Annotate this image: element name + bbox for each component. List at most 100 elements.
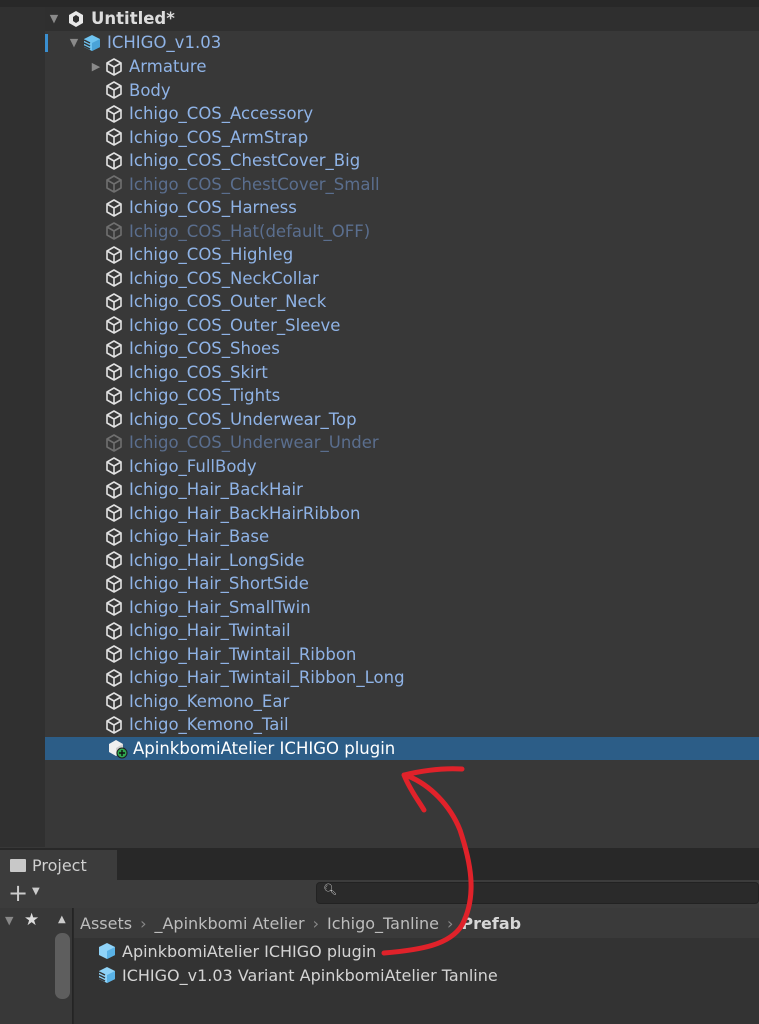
item-label: Ichigo_Hair_SmallTwin	[129, 597, 311, 617]
hierarchy-item[interactable]: Ichigo_Hair_Twintail	[45, 619, 759, 642]
hierarchy-item[interactable]: Ichigo_Hair_BackHairRibbon	[45, 502, 759, 525]
expand-down-icon[interactable]: ▼	[5, 914, 13, 927]
breadcrumb-current[interactable]: Prefab	[461, 914, 521, 933]
prefab-added-icon	[107, 739, 129, 759]
hierarchy-item[interactable]: Ichigo_COS_Outer_Sleeve	[45, 314, 759, 337]
gameobject-cube-icon	[103, 221, 125, 241]
item-label: Ichigo_Hair_BackHair	[129, 480, 303, 499]
hierarchy-item[interactable]: Ichigo_Hair_LongSide	[45, 549, 759, 572]
gameobject-cube-icon	[103, 174, 125, 194]
prefab-variant-icon	[96, 965, 118, 985]
scrollbar-thumb[interactable]	[55, 933, 70, 999]
item-label: Ichigo_Hair_Base	[129, 527, 270, 546]
file-name: ApinkbomiAtelier ICHIGO plugin	[122, 941, 377, 961]
hierarchy-item[interactable]: Ichigo_Hair_BackHair	[45, 478, 759, 501]
gameobject-cube-icon	[103, 715, 125, 735]
expand-right-icon[interactable]: ▶	[89, 60, 103, 73]
gameobject-cube-icon	[103, 550, 125, 570]
gameobject-cube-icon	[103, 151, 125, 171]
item-label: Body	[129, 80, 171, 100]
gameobject-cube-icon	[103, 104, 125, 124]
hierarchy-item[interactable]: Ichigo_COS_Underwear_Under	[45, 431, 759, 454]
add-icon[interactable]: +	[8, 880, 28, 906]
scroll-up-icon[interactable]: ▲	[58, 914, 66, 925]
hierarchy-item[interactable]: Ichigo_COS_Skirt	[45, 361, 759, 384]
gameobject-cube-icon	[103, 80, 125, 100]
breadcrumb: Assets › _Apinkbomi Atelier › Ichigo_Tanli…	[74, 908, 759, 938]
item-label: Ichigo_Hair_Twintail_Ribbon	[129, 644, 357, 664]
chevron-right-icon: ›	[312, 913, 319, 933]
item-label: Ichigo_COS_ArmStrap	[129, 127, 309, 147]
breadcrumb-item[interactable]: Ichigo_Tanline	[327, 914, 439, 933]
item-label: Ichigo_Kemono_Tail	[129, 715, 289, 734]
expand-down-icon[interactable]: ▼	[67, 36, 81, 49]
hierarchy-item[interactable]: Ichigo_Hair_SmallTwin	[45, 596, 759, 619]
hierarchy-item[interactable]: Ichigo_FullBody	[45, 455, 759, 478]
gameobject-cube-icon	[103, 339, 125, 359]
gameobject-cube-icon	[103, 527, 125, 547]
hierarchy-item[interactable]: Ichigo_Hair_Base	[45, 525, 759, 548]
search-input[interactable]: 🔍︎	[316, 882, 759, 904]
item-label: Ichigo_COS_ChestCover_Big	[129, 151, 361, 170]
item-label: Ichigo_COS_Tights	[129, 386, 281, 405]
item-label: Armature	[129, 57, 207, 76]
item-label: Ichigo_COS_Underwear_Under	[129, 433, 379, 452]
gameobject-cube-icon	[103, 456, 125, 476]
hierarchy-item[interactable]: Ichigo_COS_Harness	[45, 196, 759, 219]
hierarchy-item[interactable]: Ichigo_COS_NeckCollar	[45, 267, 759, 290]
hierarchy-item[interactable]: Ichigo_COS_ChestCover_Big	[45, 149, 759, 172]
chevron-right-icon: ›	[447, 913, 454, 933]
selected-row[interactable]: ApinkbomiAtelier ICHIGO plugin	[45, 737, 759, 760]
item-label: Ichigo_COS_ChestCover_Small	[129, 174, 380, 194]
favorites-star-icon[interactable]: ★	[24, 910, 39, 930]
gameobject-cube-icon	[103, 480, 125, 500]
folder-icon	[10, 858, 26, 872]
hierarchy-item[interactable]: Ichigo_COS_Tights	[45, 384, 759, 407]
item-label: Ichigo_Hair_Twintail_Ribbon_Long	[129, 668, 405, 687]
hierarchy-item[interactable]: Ichigo_COS_ChestCover_Small	[45, 173, 759, 196]
item-label: Ichigo_COS_Skirt	[129, 362, 268, 382]
file-name: ICHIGO_v1.03 Variant ApinkbomiAtelier Ta…	[122, 965, 498, 985]
file-item[interactable]: ICHIGO_v1.03 Variant ApinkbomiAtelier Ta…	[96, 965, 498, 985]
breadcrumb-item[interactable]: Assets	[80, 914, 132, 933]
hierarchy-item[interactable]: ▶ Armature	[45, 55, 759, 78]
gameobject-cube-icon	[103, 362, 125, 382]
hierarchy-item[interactable]: Ichigo_Hair_Twintail_Ribbon	[45, 643, 759, 666]
hierarchy-item[interactable]: Ichigo_COS_Accessory	[45, 102, 759, 125]
gameobject-cube-icon	[103, 409, 125, 429]
hierarchy-item[interactable]: Ichigo_Kemono_Ear	[45, 690, 759, 713]
hierarchy-item[interactable]: Ichigo_COS_Hat(default_OFF)	[45, 220, 759, 243]
scene-row[interactable]: ▼ Untitled*	[45, 7, 759, 30]
item-label: Ichigo_Kemono_Ear	[129, 691, 290, 711]
hierarchy-item[interactable]: Ichigo_COS_Underwear_Top	[45, 408, 759, 431]
item-label: Ichigo_Hair_Twintail	[129, 621, 291, 640]
gameobject-cube-icon	[103, 268, 125, 288]
hierarchy-item[interactable]: Ichigo_Kemono_Tail	[45, 713, 759, 736]
gameobject-cube-icon	[103, 245, 125, 265]
item-label: Ichigo_COS_Highleg	[129, 245, 294, 264]
file-item[interactable]: ApinkbomiAtelier ICHIGO plugin	[96, 941, 376, 961]
hierarchy-item[interactable]: Ichigo_COS_Shoes	[45, 337, 759, 360]
hierarchy-item[interactable]: Ichigo_COS_Highleg	[45, 243, 759, 266]
tab-label: Project	[32, 855, 87, 875]
gameobject-cube-icon	[103, 691, 125, 711]
item-label: Ichigo_COS_Accessory	[129, 104, 314, 123]
item-label: Ichigo_COS_Harness	[129, 198, 297, 217]
hierarchy-item[interactable]: Ichigo_COS_Outer_Neck	[45, 290, 759, 313]
unity-scene-icon	[65, 9, 87, 29]
gameobject-cube-icon	[103, 644, 125, 664]
tab-project[interactable]: Project	[0, 850, 117, 880]
hierarchy-item[interactable]: Body	[45, 79, 759, 102]
expand-down-icon[interactable]: ▼	[47, 12, 61, 25]
top-strip	[0, 0, 759, 7]
hierarchy-item[interactable]: Ichigo_Hair_Twintail_Ribbon_Long	[45, 666, 759, 689]
item-label: Ichigo_COS_Underwear_Top	[129, 409, 357, 429]
gameobject-cube-icon	[103, 433, 125, 453]
hierarchy-item[interactable]: Ichigo_Hair_ShortSide	[45, 572, 759, 595]
breadcrumb-item[interactable]: _Apinkbomi Atelier	[154, 914, 304, 933]
gameobject-cube-icon	[103, 574, 125, 594]
selected-object-name: ApinkbomiAtelier ICHIGO plugin	[133, 739, 396, 758]
root-prefab-row[interactable]: ▼ ICHIGO_v1.03	[45, 31, 759, 54]
dropdown-icon[interactable]: ▼	[32, 886, 40, 897]
hierarchy-item[interactable]: Ichigo_COS_ArmStrap	[45, 126, 759, 149]
